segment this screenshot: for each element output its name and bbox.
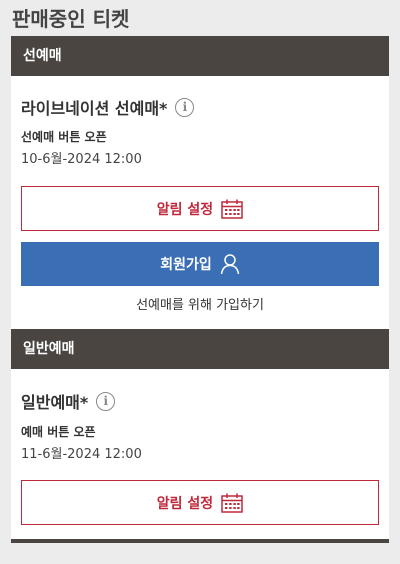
general-ticket-name-row: 일반예매* i — [21, 389, 379, 413]
general-alarm-button[interactable]: 알림 설정 — [21, 480, 379, 525]
presale-header: 선예매 — [11, 36, 389, 76]
general-ticket-name: 일반예매* — [21, 393, 89, 412]
general-open-label: 예매 버튼 오픈 — [21, 425, 96, 439]
calendar-icon — [221, 199, 243, 219]
presale-ticket-name-row: 라이브네이션 선예매* i — [21, 95, 379, 119]
general-section: 일반예매 일반예매* i 예매 버튼 오픈 11-6월-2024 12:00 알… — [11, 329, 389, 539]
join-button[interactable]: 회원가입 — [21, 242, 379, 286]
join-label: 회원가입 — [160, 257, 212, 273]
presale-open-label: 선예매 버튼 오픈 — [21, 130, 107, 144]
general-open-date: 11-6월-2024 12:00 — [21, 447, 142, 462]
general-header: 일반예매 — [11, 329, 389, 369]
next-section-edge — [11, 539, 389, 543]
presale-open-date: 10-6월-2024 12:00 — [21, 152, 142, 167]
presale-ticket-name: 라이브네이션 선예매* — [21, 99, 168, 118]
join-note: 선예매를 위해 가입하기 — [136, 298, 264, 313]
presale-alarm-label: 알림 설정 — [156, 201, 214, 218]
user-icon — [220, 254, 240, 275]
presale-section: 선예매 라이브네이션 선예매* i 선예매 버튼 오픈 10-6월-2024 1… — [11, 36, 389, 329]
presale-body: 라이브네이션 선예매* i 선예매 버튼 오픈 10-6월-2024 12:00… — [11, 76, 389, 329]
info-icon[interactable]: i — [175, 97, 195, 117]
general-alarm-label: 알림 설정 — [156, 495, 214, 512]
calendar-icon — [221, 493, 243, 513]
page-title: 판매중인 티켓 — [12, 7, 130, 31]
presale-alarm-button[interactable]: 알림 설정 — [21, 186, 379, 231]
general-body: 일반예매* i 예매 버튼 오픈 11-6월-2024 12:00 알림 설정 — [11, 369, 389, 539]
info-icon[interactable]: i — [96, 391, 116, 411]
